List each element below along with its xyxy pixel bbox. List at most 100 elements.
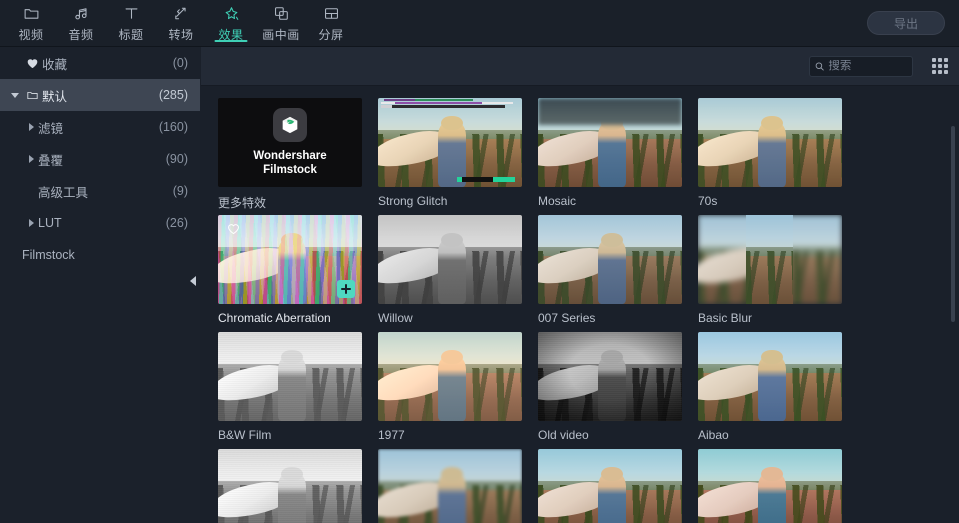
effect-preview-image [698,98,842,187]
sidebar-item-2[interactable]: 滤镜 (160) [0,111,200,143]
sidebar-item-count: (285) [158,88,188,102]
effect-label: Basic Blur [698,311,753,325]
effect-thumbnail[interactable] [378,215,522,304]
film-grain [218,449,362,523]
effect-cell[interactable] [698,449,842,523]
tab-module-1[interactable]: 音频 [56,0,106,47]
sidebar-item-count: (9) [172,184,188,198]
sidebar-item-count: (26) [165,216,188,230]
tab-label: 音频 [68,27,94,42]
effect-cell[interactable]: B&W Film [218,332,362,449]
filmstock-promo-tile[interactable]: Wondershare Filmstock [218,98,362,187]
grid-view-icon[interactable] [931,57,949,75]
chevron-right-icon[interactable] [24,219,38,227]
effect-cell[interactable]: Strong Glitch [378,98,522,215]
tab-module-0[interactable]: 视频 [6,0,56,47]
transition-arrows-icon [173,4,190,23]
heart-outline-icon[interactable] [226,222,241,241]
effect-thumbnail[interactable] [698,215,842,304]
search-input[interactable] [828,60,907,72]
effect-preview-image [378,215,522,304]
effect-cell[interactable]: 007 Series [538,215,682,332]
tab-module-5[interactable]: 画中画 [256,0,306,47]
film-grain [538,332,682,421]
effect-thumbnail[interactable] [538,215,682,304]
category-list: 收藏 (0) 默认 (285) 滤镜 (160) 叠覆 (90) 高级工具 (9) LUT (26) F… [0,47,200,271]
sidebar-item-5[interactable]: LUT (26) [0,207,200,239]
effect-preview-image [378,449,522,523]
effects-content-panel: Wondershare Filmstock 更多特效 Strong Glitch Mos… [201,47,959,523]
sidebar-item-label: LUT [38,216,62,230]
effect-cell[interactable]: Wondershare Filmstock 更多特效 [218,98,362,215]
sidebar-item-count: (160) [158,120,188,134]
effect-thumbnail[interactable] [218,332,362,421]
heart-icon [22,57,42,70]
effect-cell[interactable]: Chromatic Aberration [218,215,362,332]
effect-preview-image [698,449,842,523]
effect-thumbnail[interactable] [378,98,522,187]
effects-grid: Wondershare Filmstock 更多特效 Strong Glitch Mos… [201,86,959,523]
plus-badge-icon[interactable] [337,280,355,298]
vertical-scrollbar[interactable] [950,126,956,523]
promo-line-2: Filmstock [263,164,317,176]
tab-label: 分屏 [318,27,344,42]
effect-thumbnail[interactable] [218,215,362,304]
chevron-left-icon [190,276,196,286]
tab-label: 画中画 [262,27,300,42]
effect-label: B&W Film [218,428,272,442]
effect-thumbnail[interactable] [538,332,682,421]
effect-thumbnail[interactable] [538,449,682,523]
effect-label: Aibao [698,428,729,442]
folder-icon [23,4,40,23]
effect-cell[interactable]: Willow [378,215,522,332]
tab-effects[interactable]: 效果 [206,0,256,47]
scrollbar-thumb[interactable] [951,126,955,322]
effect-cell[interactable]: Basic Blur [698,215,842,332]
effect-cell[interactable]: 1977 [378,332,522,449]
filmora-effects-window: 视频 音频 标题 转场 效果 画中画 分屏 导出 收藏 (0) 默认 (285) 滤镜 (160) 叠覆… [0,0,959,523]
film-grain [218,332,362,421]
search-box[interactable] [809,55,913,77]
effect-cell[interactable] [218,449,362,523]
effect-label: Strong Glitch [378,194,448,208]
effect-thumbnail[interactable] [378,449,522,523]
chevron-right-icon[interactable] [24,123,38,131]
sidebar-item-6[interactable]: Filmstock [0,239,200,271]
effect-thumbnail[interactable] [538,98,682,187]
sidebar-item-3[interactable]: 叠覆 (90) [0,143,200,175]
text-t-icon [123,4,140,23]
effect-preview-image [698,332,842,421]
top-tab-bar: 视频 音频 标题 转场 效果 画中画 分屏 导出 [0,0,959,47]
tab-module-3[interactable]: 转场 [156,0,206,47]
chevron-right-icon[interactable] [24,155,38,163]
folder-icon [22,89,42,102]
effect-cell[interactable]: 70s [698,98,842,215]
effect-cell[interactable]: Old video [538,332,682,449]
effect-thumbnail[interactable] [218,449,362,523]
chevron-down-icon[interactable] [8,92,22,98]
sharp-strip [745,215,795,304]
effect-cell[interactable]: Mosaic [538,98,682,215]
tab-module-6[interactable]: 分屏 [306,0,356,47]
effect-thumbnail[interactable] [378,332,522,421]
effect-preview-image [745,215,793,304]
music-note-icon [73,4,90,23]
effect-thumbnail[interactable] [698,449,842,523]
sidebar-item-1[interactable]: 默认 (285) [0,79,200,111]
effect-preview-image [538,449,682,523]
sidebar-item-label: 叠覆 [38,153,64,168]
export-button[interactable]: 导出 [867,11,945,35]
sidebar-item-4[interactable]: 高级工具 (9) [0,175,200,207]
sidebar-item-0[interactable]: 收藏 (0) [0,47,200,79]
effect-thumbnail[interactable] [698,98,842,187]
effect-cell[interactable] [378,449,522,523]
effect-label: 更多特效 [218,196,267,210]
effect-label: Old video [538,428,589,442]
tab-module-2[interactable]: 标题 [106,0,156,47]
glitch-bars [378,98,522,128]
effect-cell[interactable] [538,449,682,523]
sidebar-collapse-button[interactable] [186,268,200,294]
promo-line-1: Wondershare [253,150,327,162]
effect-cell[interactable]: Aibao [698,332,842,449]
effect-thumbnail[interactable] [698,332,842,421]
